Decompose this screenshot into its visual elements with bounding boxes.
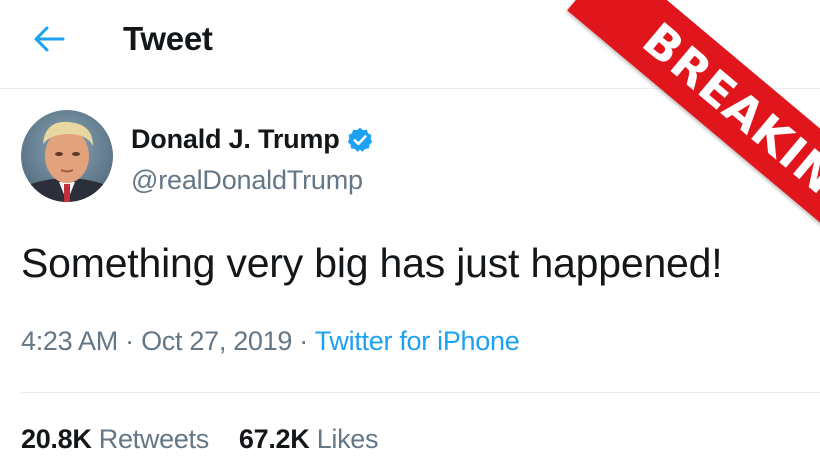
meta-separator: · — [125, 326, 134, 356]
verified-badge-icon — [346, 126, 374, 154]
tweet-stats: 20.8K Retweets 67.2K Likes — [21, 424, 379, 455]
author-handle[interactable]: @realDonaldTrump — [131, 165, 363, 196]
tweet-source-link[interactable]: Twitter for iPhone — [315, 326, 520, 356]
page-header: Tweet — [0, 0, 820, 89]
likes-count: 67.2K — [238, 424, 310, 454]
tweet-meta: 4:23 AM · Oct 27, 2019 · Twitter for iPh… — [21, 326, 520, 357]
retweets-count: 20.8K — [21, 424, 92, 454]
retweets-stat[interactable]: 20.8K Retweets — [21, 424, 209, 455]
retweets-label: Retweets — [98, 424, 209, 454]
tweet-date[interactable]: Oct 27, 2019 — [141, 326, 292, 356]
avatar[interactable] — [21, 110, 113, 202]
author-name[interactable]: Donald J. Trump — [131, 124, 374, 155]
divider — [21, 392, 820, 393]
likes-label: Likes — [316, 424, 379, 454]
author-name-text[interactable]: Donald J. Trump — [131, 124, 340, 155]
page-title: Tweet — [123, 20, 213, 57]
back-button[interactable] — [26, 18, 72, 64]
tweet-text: Something very big has just happened! — [21, 240, 723, 286]
meta-separator: · — [299, 326, 308, 356]
tweet-time[interactable]: 4:23 AM — [21, 326, 118, 356]
arrow-left-icon — [33, 25, 65, 58]
likes-stat[interactable]: 67.2K Likes — [238, 424, 379, 455]
